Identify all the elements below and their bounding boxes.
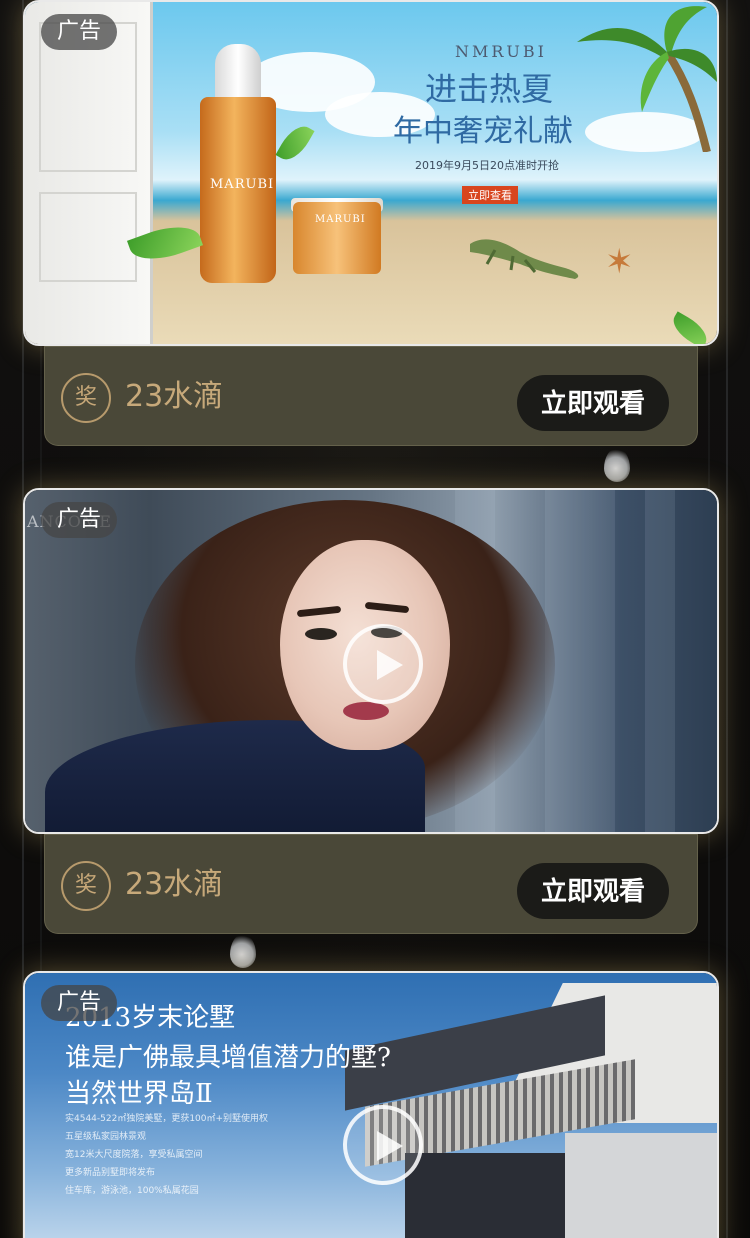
starfish-icon: ✶ bbox=[605, 242, 634, 282]
reward-bar-2: 奖 23水滴 立即观看 bbox=[44, 834, 698, 934]
dropper-cap bbox=[215, 44, 261, 102]
water-drop-decoration bbox=[604, 448, 630, 482]
ad-creative-video-estate[interactable]: 2013岁末论墅 谁是广佛最具增值潜力的墅? 当然世界岛Ⅱ 实4544-522㎡… bbox=[25, 973, 717, 1238]
watch-now-button[interactable]: 立即观看 bbox=[517, 375, 669, 431]
reward-icon: 奖 bbox=[61, 373, 111, 423]
campaign-brand: NMRUBI bbox=[455, 42, 547, 61]
estate-headline: 谁是广佛最具增值潜力的墅? bbox=[65, 1043, 391, 1073]
campaign-date: 2019年9月5日20点准时开抢 bbox=[415, 159, 559, 172]
estate-subheadline: 当然世界岛Ⅱ bbox=[65, 1079, 213, 1109]
estate-detail-line: 更多新品别墅即将发布 bbox=[65, 1168, 156, 1178]
ad-card-3[interactable]: 广告 2013岁末论墅 谁是广佛最具增值潜力的墅? 当然世界岛Ⅱ 实4544-5… bbox=[23, 971, 719, 1238]
estate-detail-line: 五星级私家园林景观 bbox=[65, 1132, 147, 1142]
ad-card-1[interactable]: 广告 MARUBI MARUBI NMRUBI 进击热夏 年中奢宠礼献 2019… bbox=[23, 0, 719, 346]
product-brand-label: MARUBI bbox=[315, 214, 366, 225]
reward-amount: 23水滴 bbox=[125, 379, 224, 414]
creative-cta-button[interactable]: 立即查看 bbox=[462, 186, 518, 204]
reward-icon: 奖 bbox=[61, 861, 111, 911]
ad-badge: 广告 bbox=[41, 502, 118, 538]
play-circle-icon[interactable] bbox=[343, 1105, 423, 1185]
product-brand-label: MARUBI bbox=[210, 177, 275, 192]
leaf bbox=[275, 120, 315, 166]
ad-card-2[interactable]: 广告 ANCOME bbox=[23, 488, 719, 834]
ad-feed-page: 广告 MARUBI MARUBI NMRUBI 进击热夏 年中奢宠礼献 2019… bbox=[0, 0, 750, 1238]
estate-detail-line: 实4544-522㎡独院美墅，更获100㎡+别墅使用权 bbox=[65, 1114, 269, 1124]
water-drop-decoration bbox=[230, 934, 256, 968]
lizard-icon bbox=[470, 239, 579, 279]
ad-badge: 广告 bbox=[41, 985, 118, 1021]
white-door bbox=[25, 2, 153, 344]
palm-tree-icon bbox=[577, 6, 717, 152]
watch-now-button[interactable]: 立即观看 bbox=[517, 863, 669, 919]
play-circle-icon[interactable] bbox=[343, 624, 423, 704]
campaign-subheadline: 年中奢宠礼献 bbox=[393, 114, 573, 149]
reward-amount: 23水滴 bbox=[125, 867, 224, 902]
reward-bar-1: 奖 23水滴 立即观看 bbox=[44, 346, 698, 446]
ad-creative-beach[interactable]: MARUBI MARUBI NMRUBI 进击热夏 年中奢宠礼献 2019年9月… bbox=[25, 2, 717, 344]
estate-detail-line: 宽12米大尺度院落，享受私属空间 bbox=[65, 1150, 203, 1160]
model-lips bbox=[343, 702, 389, 720]
leaf bbox=[667, 311, 713, 344]
campaign-headline: 进击热夏 bbox=[425, 70, 554, 108]
ad-badge: 广告 bbox=[41, 14, 118, 50]
cream-jar bbox=[293, 202, 381, 274]
background-streak bbox=[726, 0, 728, 1238]
estate-detail-line: 住车库，游泳池，100%私属花园 bbox=[65, 1186, 199, 1196]
ad-creative-video-portrait[interactable]: ANCOME bbox=[25, 490, 717, 832]
